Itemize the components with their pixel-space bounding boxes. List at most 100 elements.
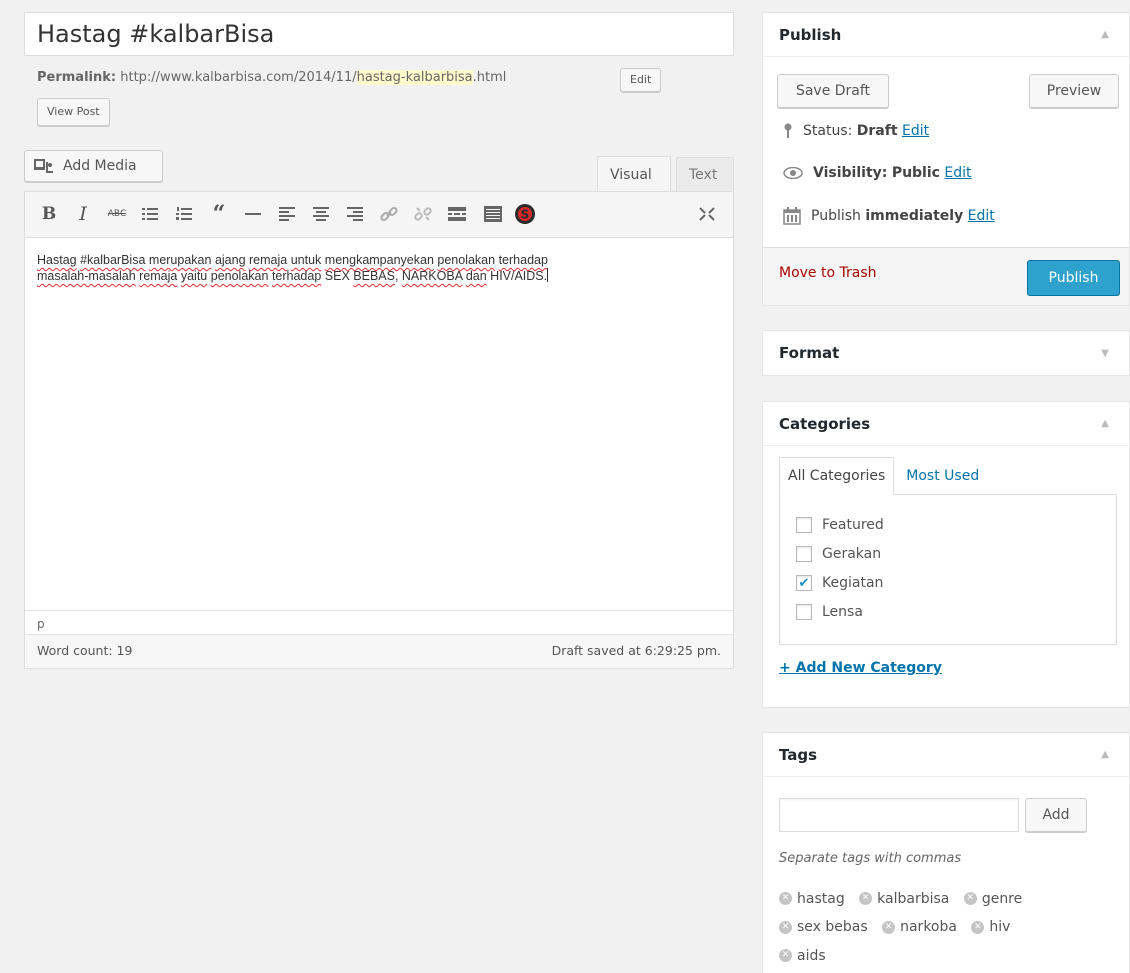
categories-heading: Categories: [779, 414, 871, 433]
collapse-arrow-icon[interactable]: ▲: [1101, 749, 1109, 760]
toolbar-toggle-icon[interactable]: [481, 202, 505, 226]
category-tabs: All Categories Most Used: [779, 457, 987, 495]
editor-toolbar: B I ABC “ S: [25, 192, 733, 238]
category-label: Gerakan: [822, 546, 882, 562]
remove-tag-icon[interactable]: ✕: [779, 920, 792, 934]
preview-button[interactable]: Preview: [1029, 74, 1119, 108]
bullet-list-icon[interactable]: [138, 202, 162, 226]
category-item[interactable]: ✔ Kegiatan: [796, 575, 883, 591]
post-editor: B I ABC “ S Hastag #kalbarBisa merupakan…: [24, 191, 734, 669]
category-label: Lensa: [822, 604, 863, 620]
editor-content[interactable]: Hastag #kalbarBisa merupakan ajang remaj…: [37, 252, 717, 284]
visibility-label: Visibility:: [813, 165, 888, 181]
permalink-base-url: http://www.kalbarbisa.com/2014/11/: [120, 70, 357, 85]
read-more-icon[interactable]: [445, 202, 469, 226]
publish-actions: Move to Trash Publish: [763, 247, 1129, 305]
move-to-trash-link[interactable]: Move to Trash: [779, 265, 877, 281]
flagged-word: ajang: [214, 253, 246, 267]
add-new-category-link[interactable]: + Add New Category: [779, 660, 942, 676]
category-item[interactable]: Lensa: [796, 604, 863, 620]
publish-heading: Publish: [779, 25, 842, 44]
edit-permalink-button[interactable]: Edit: [620, 68, 662, 92]
publish-box-header[interactable]: Publish ▲: [763, 13, 1129, 57]
flagged-word: terhadap: [498, 253, 548, 267]
category-checkbox[interactable]: ✔: [796, 575, 812, 591]
category-item[interactable]: Featured: [796, 517, 884, 533]
align-right-icon[interactable]: [343, 202, 367, 226]
categories-box-header[interactable]: Categories ▲: [763, 402, 1129, 446]
numbered-list-icon[interactable]: [172, 202, 196, 226]
add-tag-button[interactable]: Add: [1025, 798, 1087, 832]
tab-visual[interactable]: Visual: [597, 156, 671, 192]
publish-button[interactable]: Publish: [1027, 260, 1120, 296]
blockquote-icon[interactable]: “: [207, 201, 231, 227]
flagged-word: BEBAS: [353, 269, 395, 283]
save-draft-button[interactable]: Save Draft: [777, 74, 889, 108]
category-checkbox[interactable]: [796, 604, 812, 620]
content-text: SEX: [321, 269, 354, 283]
flagged-word: dan: [465, 269, 487, 283]
format-box-header[interactable]: Format ▼: [763, 331, 1129, 375]
publish-timing-value: immediately: [865, 208, 964, 224]
flagged-word: masalah-masalah: [37, 269, 136, 283]
remove-tag-icon[interactable]: ✕: [971, 920, 985, 934]
tags-box-header[interactable]: Tags ▲: [763, 733, 1129, 777]
publish-date-row: Publish immediately Edit: [783, 207, 995, 225]
tags-heading: Tags: [779, 745, 818, 764]
content-text: HIV/AIDS.: [486, 269, 548, 283]
tag-label: kalbarbisa: [877, 890, 950, 907]
permalink-slug[interactable]: hastag-kalbarbisa: [356, 70, 473, 85]
category-item[interactable]: Gerakan: [796, 546, 881, 562]
svg-text:S: S: [521, 208, 530, 222]
collapse-arrow-icon[interactable]: ▲: [1101, 418, 1109, 429]
flagged-word: #kalbarBisa: [80, 253, 146, 267]
edit-publish-date-link[interactable]: Edit: [968, 208, 995, 224]
tag-label: narkoba: [900, 919, 957, 935]
italic-icon[interactable]: I: [71, 202, 95, 226]
remove-link-icon[interactable]: [411, 202, 435, 226]
tag-item: ✕ narkoba: [882, 914, 957, 940]
strikethrough-icon[interactable]: ABC: [105, 202, 129, 226]
permalink-label: Permalink:: [37, 70, 117, 85]
flagged-word: remaja: [139, 269, 178, 283]
expand-arrow-icon[interactable]: ▼: [1101, 348, 1109, 359]
remove-tag-icon[interactable]: ✕: [779, 892, 792, 905]
view-post-button[interactable]: View Post: [37, 98, 110, 126]
edit-visibility-link[interactable]: Edit: [944, 165, 971, 181]
insert-link-icon[interactable]: [377, 202, 401, 226]
format-box: Format ▼: [762, 330, 1130, 376]
tab-all-categories[interactable]: All Categories: [779, 457, 895, 495]
calendar-icon: [783, 207, 801, 225]
tag-hint: Separate tags with commas: [779, 851, 962, 866]
bold-icon[interactable]: B: [37, 202, 61, 226]
edit-status-link[interactable]: Edit: [902, 123, 929, 139]
status-row: Status: Draft Edit: [783, 123, 929, 139]
spellcheck-icon[interactable]: S: [513, 202, 537, 226]
tags-box: Tags ▲ Add Separate tags with commas ✕ ha…: [762, 732, 1130, 973]
permalink-row: Permalink: http://www.kalbarbisa.com/201…: [37, 70, 506, 85]
categories-box: Categories ▲ All Categories Most Used Fe…: [762, 401, 1130, 708]
permalink-extension: .html: [472, 70, 507, 85]
remove-tag-icon[interactable]: ✕: [779, 949, 792, 962]
align-center-icon[interactable]: [309, 202, 333, 226]
new-tag-input[interactable]: [779, 798, 1019, 832]
horizontal-rule-icon[interactable]: [241, 202, 265, 226]
remove-tag-icon[interactable]: ✕: [859, 892, 873, 905]
category-label: Featured: [822, 517, 884, 533]
tag-label: hastag: [797, 890, 845, 907]
category-checkbox[interactable]: [796, 517, 812, 533]
post-title-input[interactable]: Hastag #kalbarBisa: [24, 12, 734, 56]
publish-timing-label: Publish: [811, 208, 861, 224]
category-checkbox[interactable]: [796, 546, 812, 562]
visibility-row: Visibility: Public Edit: [783, 165, 972, 181]
tag-item: ✕ genre: [963, 886, 1022, 912]
remove-tag-icon[interactable]: ✕: [882, 920, 896, 934]
tag-list: ✕ hastag ✕ kalbarbisa ✕ genre ✕ sex bebas ✕ n…: [779, 883, 1079, 969]
add-media-button[interactable]: Add Media: [24, 150, 163, 182]
collapse-arrow-icon[interactable]: ▲: [1101, 29, 1109, 40]
fullscreen-icon[interactable]: [695, 202, 719, 226]
remove-tag-icon[interactable]: ✕: [963, 892, 977, 905]
tab-most-used[interactable]: Most Used: [898, 457, 987, 495]
align-left-icon[interactable]: [275, 202, 299, 226]
tab-text[interactable]: Text: [676, 157, 734, 191]
